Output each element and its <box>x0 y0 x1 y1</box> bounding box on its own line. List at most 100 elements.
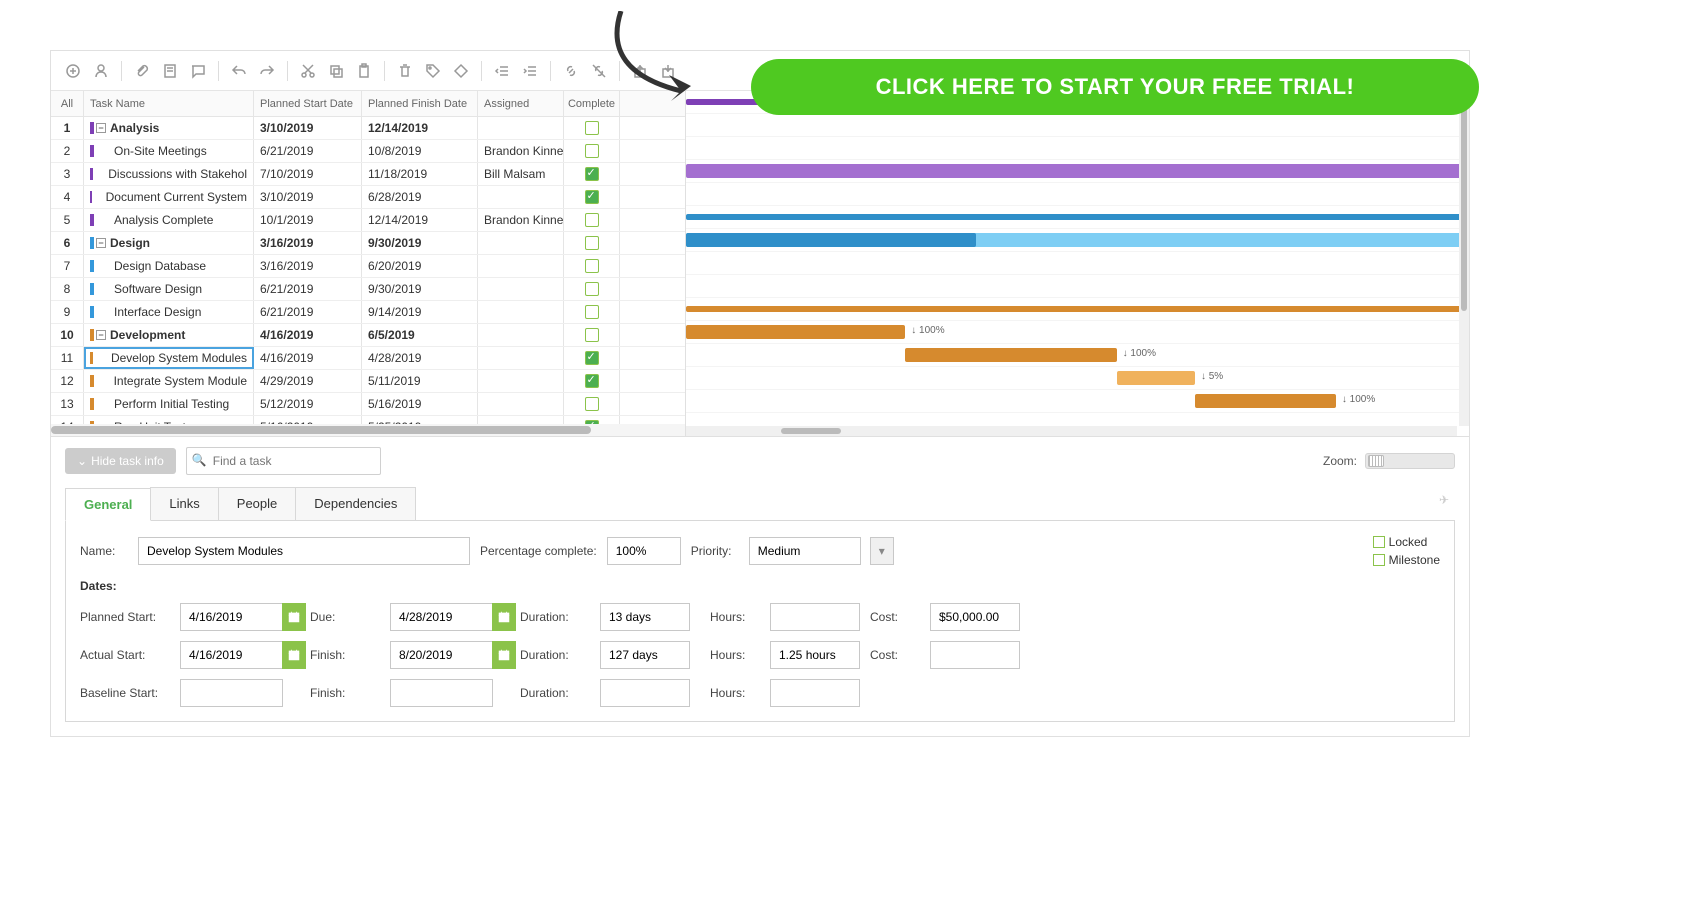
complete-cell[interactable] <box>564 232 620 254</box>
planned-start-cell[interactable]: 10/1/2019 <box>254 209 362 231</box>
gantt-bar[interactable] <box>686 325 905 339</box>
duration2-input[interactable] <box>600 641 690 669</box>
baseline-start-input[interactable] <box>180 679 283 707</box>
planned-start-input[interactable] <box>180 603 283 631</box>
table-row[interactable]: 13Perform Initial Testing5/12/20195/16/2… <box>51 393 685 416</box>
planned-start-cell[interactable]: 3/10/2019 <box>254 186 362 208</box>
table-row[interactable]: 9Interface Design6/21/20199/14/2019 <box>51 301 685 324</box>
complete-checkbox[interactable] <box>585 144 599 158</box>
planned-finish-cell[interactable]: 5/11/2019 <box>362 370 478 392</box>
task-name-cell[interactable]: Analysis Complete <box>84 209 254 231</box>
task-name-cell[interactable]: −Development <box>84 324 254 346</box>
complete-cell[interactable] <box>564 140 620 162</box>
assigned-cell[interactable]: Brandon Kinney <box>478 209 564 231</box>
planned-start-cell[interactable]: 4/16/2019 <box>254 347 362 369</box>
planned-start-cell[interactable]: 6/21/2019 <box>254 140 362 162</box>
planned-finish-cell[interactable]: 12/14/2019 <box>362 117 478 139</box>
hide-task-info-button[interactable]: ⌄Hide task info <box>65 448 176 474</box>
hours1-input[interactable] <box>770 603 860 631</box>
gantt-bar[interactable] <box>905 348 1116 362</box>
complete-checkbox[interactable] <box>585 213 599 227</box>
assigned-cell[interactable] <box>478 255 564 277</box>
calendar-icon[interactable] <box>492 641 516 669</box>
gantt-bar[interactable] <box>686 233 976 247</box>
grid-hscroll[interactable] <box>51 424 685 436</box>
find-task-input[interactable] <box>186 447 381 475</box>
table-row[interactable]: 10−Development4/16/20196/5/2019 <box>51 324 685 347</box>
redo-icon[interactable] <box>255 59 279 83</box>
col-name[interactable]: Task Name <box>84 91 254 116</box>
note-icon[interactable] <box>158 59 182 83</box>
outdent-icon[interactable] <box>490 59 514 83</box>
copy-icon[interactable] <box>324 59 348 83</box>
collapse-icon[interactable]: − <box>96 123 106 133</box>
complete-checkbox[interactable] <box>585 397 599 411</box>
task-name-cell[interactable]: Discussions with Stakehol <box>84 163 254 185</box>
table-row[interactable]: 12Integrate System Module4/29/20195/11/2… <box>51 370 685 393</box>
complete-cell[interactable] <box>564 347 620 369</box>
complete-checkbox[interactable] <box>585 282 599 296</box>
complete-cell[interactable] <box>564 186 620 208</box>
task-name-cell[interactable]: Perform Initial Testing <box>84 393 254 415</box>
task-name-cell[interactable]: Integrate System Module <box>84 370 254 392</box>
planned-finish-cell[interactable]: 4/28/2019 <box>362 347 478 369</box>
cta-banner[interactable]: CLICK HERE TO START YOUR FREE TRIAL! <box>751 59 1479 115</box>
complete-cell[interactable] <box>564 370 620 392</box>
duration1-input[interactable] <box>600 603 690 631</box>
table-row[interactable]: 7Design Database3/16/20196/20/2019 <box>51 255 685 278</box>
collapse-icon[interactable]: − <box>96 238 106 248</box>
col-planned-finish[interactable]: Planned Finish Date <box>362 91 478 116</box>
planned-start-cell[interactable]: 4/16/2019 <box>254 324 362 346</box>
task-name-cell[interactable]: −Design <box>84 232 254 254</box>
complete-checkbox[interactable] <box>585 328 599 342</box>
name-input[interactable] <box>138 537 470 565</box>
calendar-icon[interactable] <box>282 603 306 631</box>
complete-cell[interactable] <box>564 393 620 415</box>
collapse-icon[interactable]: − <box>96 330 106 340</box>
assigned-cell[interactable] <box>478 117 564 139</box>
task-name-cell[interactable]: −Analysis <box>84 117 254 139</box>
assigned-cell[interactable] <box>478 393 564 415</box>
task-name-cell[interactable]: Design Database <box>84 255 254 277</box>
pc-input[interactable] <box>607 537 681 565</box>
gantt-chart[interactable]: ↓ 100%↓ 100%↓ 5%↓ 100% <box>686 91 1469 436</box>
complete-checkbox[interactable] <box>585 351 599 365</box>
cost1-input[interactable] <box>930 603 1020 631</box>
undo-icon[interactable] <box>227 59 251 83</box>
planned-finish-cell[interactable]: 9/30/2019 <box>362 232 478 254</box>
gantt-bar[interactable] <box>686 306 1469 312</box>
table-row[interactable]: 2On-Site Meetings6/21/201910/8/2019Brand… <box>51 140 685 163</box>
assigned-cell[interactable] <box>478 347 564 369</box>
planned-start-cell[interactable]: 7/10/2019 <box>254 163 362 185</box>
planned-finish-cell[interactable]: 9/14/2019 <box>362 301 478 323</box>
priority-select[interactable] <box>749 537 861 565</box>
hours2-input[interactable] <box>770 641 860 669</box>
complete-cell[interactable] <box>564 163 620 185</box>
actual-start-input[interactable] <box>180 641 283 669</box>
task-name-cell[interactable]: Document Current System <box>84 186 254 208</box>
due-input[interactable] <box>390 603 493 631</box>
gantt-vscroll[interactable] <box>1459 91 1469 426</box>
table-row[interactable]: 4Document Current System3/10/20196/28/20… <box>51 186 685 209</box>
send-icon[interactable]: ✈ <box>1433 487 1455 520</box>
cost2-input[interactable] <box>930 641 1020 669</box>
tab-general[interactable]: General <box>65 488 151 521</box>
col-planned-start[interactable]: Planned Start Date <box>254 91 362 116</box>
gantt-bar[interactable] <box>1195 394 1336 408</box>
col-assigned[interactable]: Assigned <box>478 91 564 116</box>
diamond-icon[interactable] <box>449 59 473 83</box>
calendar-icon[interactable] <box>492 603 516 631</box>
planned-start-cell[interactable]: 3/16/2019 <box>254 232 362 254</box>
planned-start-cell[interactable]: 3/16/2019 <box>254 255 362 277</box>
trash-icon[interactable] <box>393 59 417 83</box>
complete-cell[interactable] <box>564 278 620 300</box>
planned-finish-cell[interactable]: 10/8/2019 <box>362 140 478 162</box>
complete-checkbox[interactable] <box>585 374 599 388</box>
tag-icon[interactable] <box>421 59 445 83</box>
task-name-cell[interactable]: Software Design <box>84 278 254 300</box>
assigned-cell[interactable] <box>478 370 564 392</box>
task-name-cell[interactable]: Develop System Modules <box>84 347 254 369</box>
planned-finish-cell[interactable]: 5/16/2019 <box>362 393 478 415</box>
gantt-hscroll[interactable] <box>686 426 1457 436</box>
assigned-cell[interactable] <box>478 278 564 300</box>
